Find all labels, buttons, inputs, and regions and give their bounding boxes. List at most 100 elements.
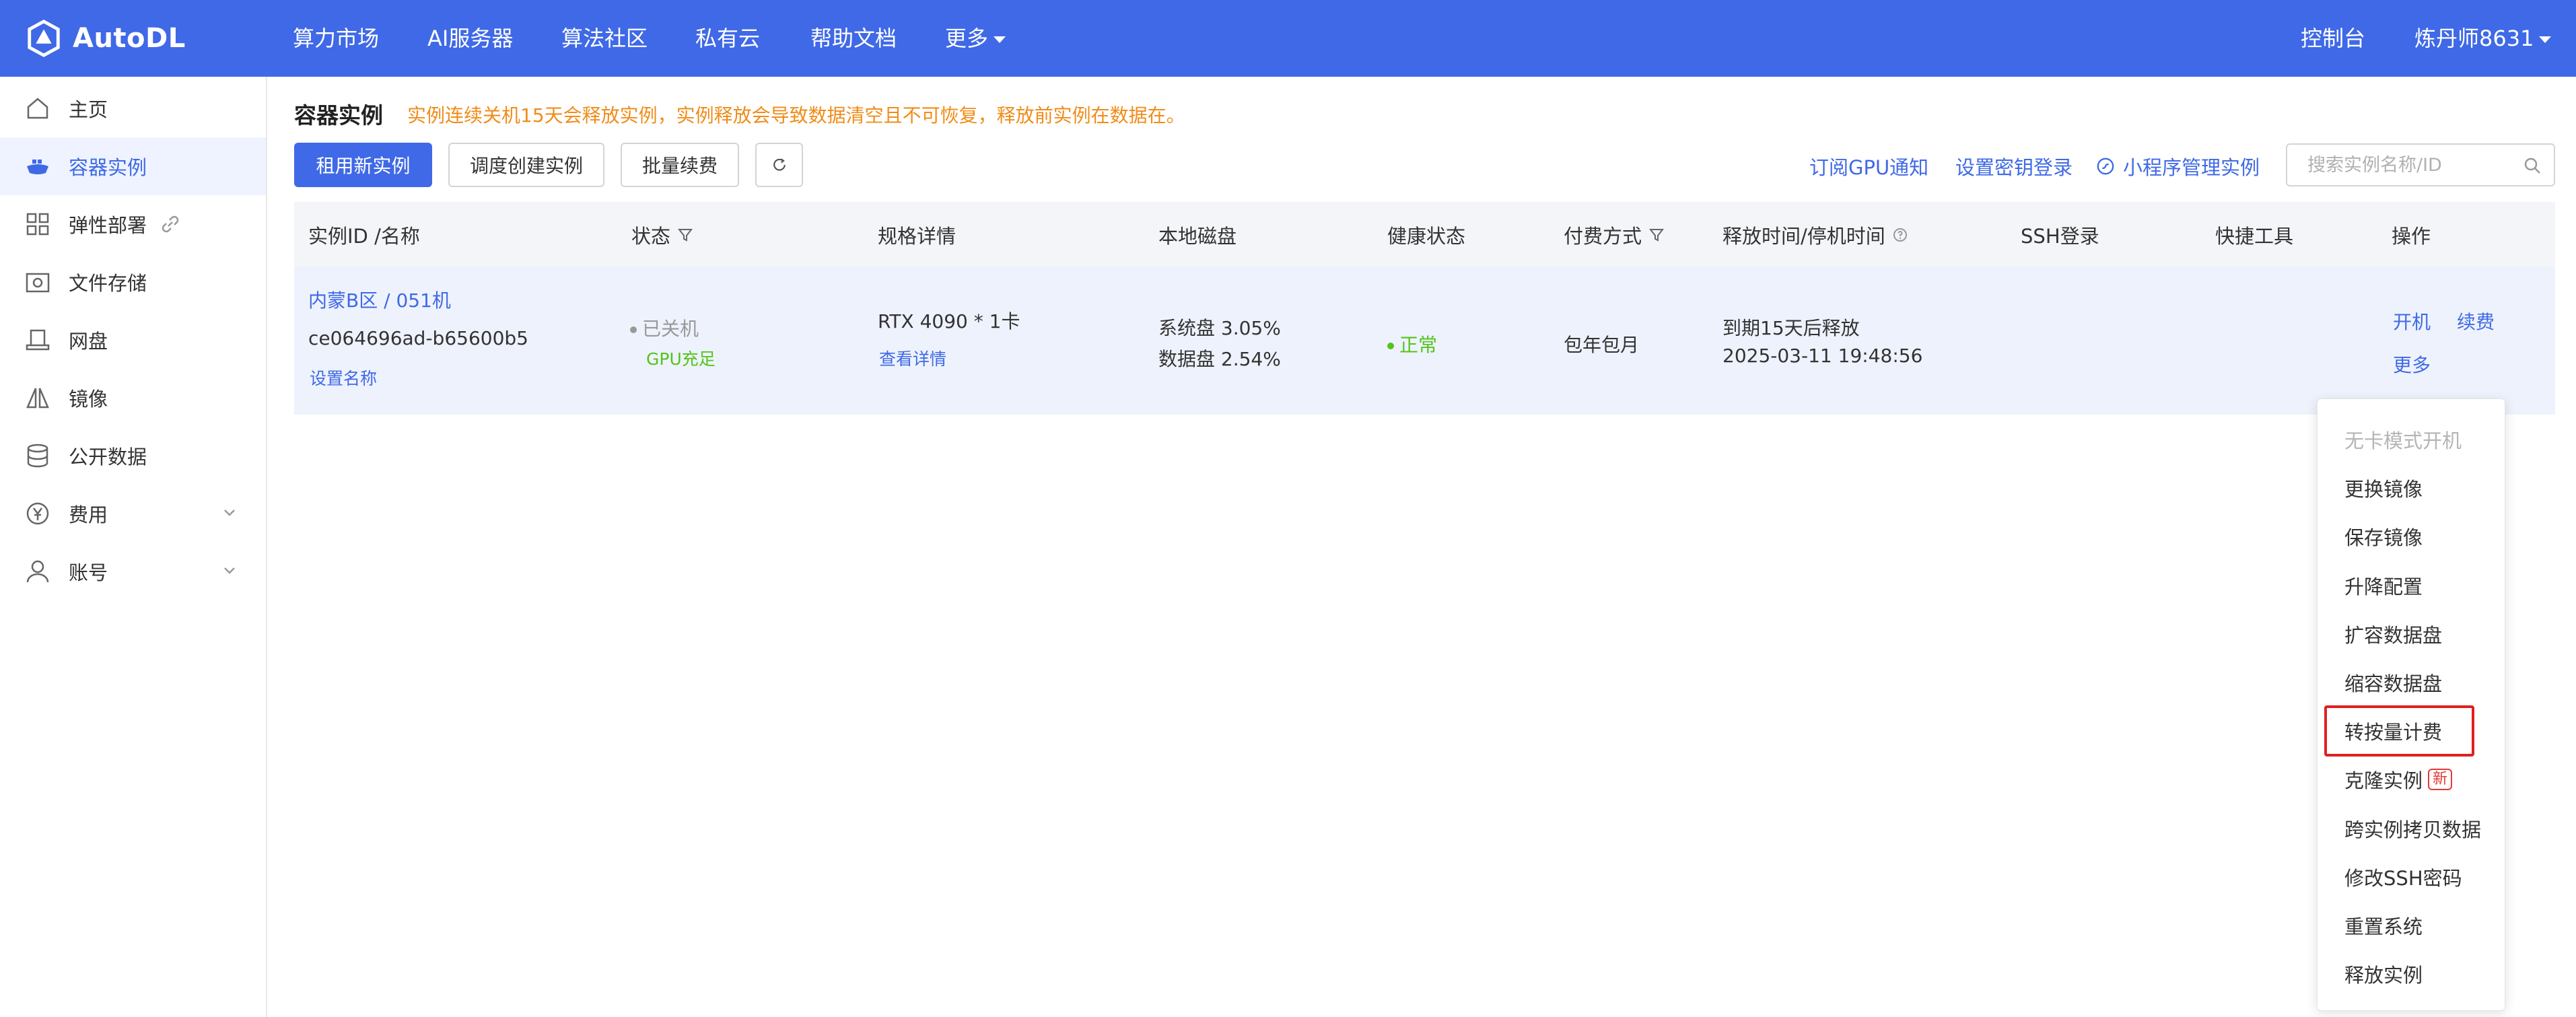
sidebar-item-label: 弹性部署 (69, 214, 147, 237)
spec-detail-link[interactable]: 查看详情 (879, 346, 946, 370)
health-dot (1387, 343, 1394, 349)
nav-console[interactable]: 控制台 (2301, 24, 2365, 52)
menu-item-cross-copy-data[interactable]: 跨实例拷贝数据 (2344, 814, 2481, 843)
th-ssh-login: SSH登录 (2021, 225, 2099, 248)
schedule-create-button[interactable]: 调度创建实例 (448, 143, 604, 187)
menu-item-cardless-start: 无卡模式开机 (2344, 429, 2462, 452)
set-name-link[interactable]: 设置名称 (310, 365, 377, 390)
billing-method: 包年包月 (1564, 334, 1640, 356)
menu-item-clone-instance[interactable]: 克隆实例新 (2344, 765, 2453, 794)
th-status-label: 状态 (631, 225, 671, 248)
sidebar-item-container-instances[interactable]: 容器实例 (0, 137, 266, 195)
th-billing[interactable]: 付费方式 (1564, 221, 1665, 249)
nav-algorithm-community[interactable]: 算法社区 (561, 24, 648, 52)
status-dot (630, 326, 637, 333)
mirror-icon (24, 384, 51, 411)
nav-compute-market[interactable]: 算力市场 (293, 24, 379, 52)
page-title: 容器实例 (294, 102, 383, 129)
mini-program-link[interactable]: 小程序管理实例 (2096, 152, 2260, 180)
health-status: 正常 (1387, 330, 1437, 357)
chevron-down-icon (224, 510, 235, 516)
search-icon[interactable] (2523, 156, 2542, 175)
gpu-status: GPU充足 (646, 349, 716, 369)
user-menu[interactable]: 炼丹师8631 (2414, 24, 2552, 52)
more-actions-button[interactable]: 更多 (2393, 351, 2431, 378)
sidebar-item-label: 镜像 (69, 388, 108, 411)
menu-item-change-config[interactable]: 升降配置 (2344, 571, 2423, 600)
release-time: 2025-03-11 19:48:56 (1722, 345, 1923, 367)
new-badge: 新 (2428, 769, 2453, 790)
th-instance-id: 实例ID /名称 (308, 225, 420, 248)
sidebar-item-fees[interactable]: 费用 (0, 485, 266, 542)
th-status[interactable]: 状态 (631, 221, 693, 249)
renew-button[interactable]: 续费 (2457, 308, 2495, 335)
instance-name-link[interactable]: 内蒙B区 / 051机 (308, 286, 451, 313)
th-release-label: 释放时间/停机时间 (1722, 225, 1885, 248)
mini-program-label: 小程序管理实例 (2123, 156, 2260, 179)
menu-item-reset-system[interactable]: 重置系统 (2344, 911, 2423, 940)
sidebar-item-label: 文件存储 (69, 272, 147, 295)
sidebar-item-mirror[interactable]: 镜像 (0, 369, 266, 427)
menu-item-release-instance[interactable]: 释放实例 (2344, 960, 2423, 988)
sidebar-item-public-data[interactable]: 公开数据 (0, 427, 266, 485)
storage-icon (24, 269, 51, 295)
caret-down-icon (2539, 36, 2552, 43)
nav-more[interactable]: 更多 (945, 24, 1006, 52)
sidebar-item-file-storage[interactable]: 文件存储 (0, 253, 266, 311)
help-icon[interactable] (1892, 227, 1908, 243)
sidebar-item-label: 费用 (69, 503, 108, 526)
menu-item-shrink-disk[interactable]: 缩容数据盘 (2344, 668, 2442, 697)
nav-help-docs[interactable]: 帮助文档 (810, 24, 897, 52)
link-icon (162, 215, 179, 233)
refresh-button[interactable] (755, 143, 803, 187)
top-navbar: AutoDL 算力市场 AI服务器 算法社区 私有云 帮助文档 更多 控制台 炼… (0, 0, 2576, 77)
menu-item-expand-disk[interactable]: 扩容数据盘 (2344, 620, 2442, 648)
cloud-disk-icon (24, 326, 51, 353)
search-input[interactable] (2286, 143, 2555, 186)
menu-item-change-image[interactable]: 更换镜像 (2344, 474, 2423, 502)
batch-renew-button[interactable]: 批量续费 (621, 143, 739, 187)
sidebar: 主页 容器实例 弹性部署 文件存储 网盘 镜像 公开数据 费用 账号 (0, 77, 267, 1017)
th-quick-tools: 快捷工具 (2215, 225, 2294, 248)
set-key-login-link[interactable]: 设置密钥登录 (1955, 152, 2073, 180)
highlight-box (2324, 705, 2474, 757)
brand-name: AutoDL (73, 23, 186, 54)
sidebar-item-label: 账号 (69, 561, 108, 584)
filter-icon[interactable] (1648, 227, 1665, 243)
menu-item-change-ssh-password[interactable]: 修改SSH密码 (2344, 863, 2462, 891)
th-local-disk: 本地磁盘 (1158, 225, 1237, 248)
sidebar-item-label: 公开数据 (69, 446, 147, 468)
sidebar-item-cloud-disk[interactable]: 网盘 (0, 311, 266, 369)
release-info: 到期15天后释放 (1722, 317, 1860, 339)
release-warning: 实例连续关机15天会释放实例，实例释放会导致数据清空且不可恢复，释放前实例在数据… (407, 104, 1185, 127)
menu-item-save-image[interactable]: 保存镜像 (2344, 522, 2423, 551)
filter-icon[interactable] (677, 227, 693, 243)
th-spec: 规格详情 (878, 225, 956, 248)
subscribe-gpu-link[interactable]: 订阅GPU通知 (1809, 152, 1928, 180)
th-billing-label: 付费方式 (1564, 225, 1642, 248)
spec-text: RTX 4090 * 1卡 (878, 310, 1020, 332)
disk-system: 系统盘 3.05% (1158, 317, 1281, 339)
container-icon (24, 153, 51, 180)
sidebar-item-label: 主页 (69, 98, 108, 121)
grid-icon (24, 211, 51, 238)
th-actions: 操作 (2392, 225, 2431, 248)
sidebar-item-elastic-deploy[interactable]: 弹性部署 (0, 195, 266, 253)
th-health: 健康状态 (1387, 225, 1466, 248)
caret-down-icon (994, 36, 1006, 43)
sidebar-item-home[interactable]: 主页 (0, 79, 266, 137)
brand-logo[interactable]: AutoDL (24, 17, 186, 59)
th-release-time: 释放时间/停机时间 (1722, 221, 1908, 249)
menu-item-label: 克隆实例 (2344, 769, 2423, 792)
home-icon (24, 95, 51, 122)
rent-new-instance-button[interactable]: 租用新实例 (294, 143, 432, 187)
refresh-icon (773, 158, 786, 171)
sidebar-item-account[interactable]: 账号 (0, 542, 266, 600)
user-name: 炼丹师8631 (2414, 26, 2534, 51)
start-button[interactable]: 开机 (2393, 308, 2431, 335)
nav-ai-server[interactable]: AI服务器 (427, 24, 513, 52)
disk-data: 数据盘 2.54% (1158, 348, 1281, 370)
more-actions-dropdown: 无卡模式开机 更换镜像 保存镜像 升降配置 扩容数据盘 缩容数据盘 转按量计费 … (2317, 398, 2505, 1011)
yen-icon (24, 500, 51, 527)
nav-private-cloud[interactable]: 私有云 (695, 24, 760, 52)
